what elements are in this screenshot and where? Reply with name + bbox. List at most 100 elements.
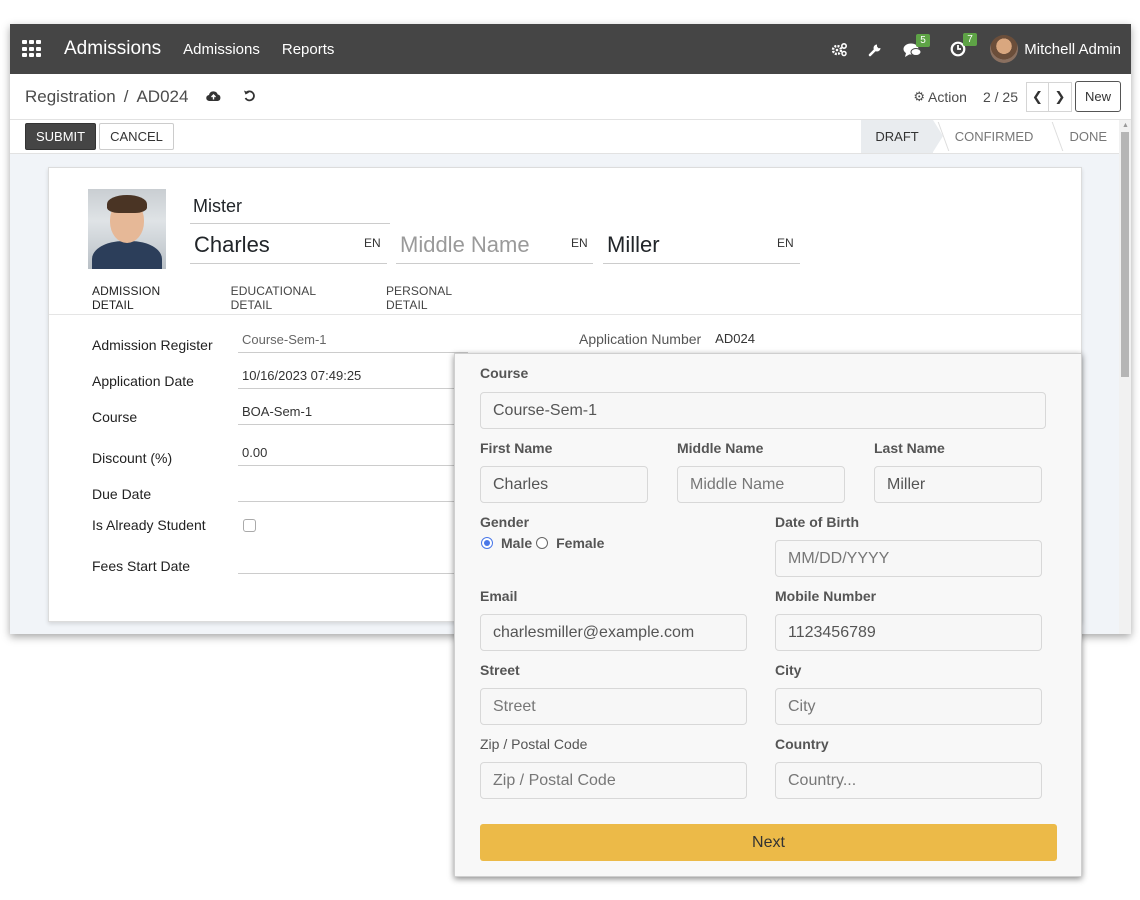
chevron-left-icon: ❮ (1032, 88, 1043, 104)
tab-educational-detail[interactable]: EDUCATIONAL DETAIL (218, 281, 373, 314)
zip-input[interactable]: Zip / Postal Code (480, 762, 747, 799)
gender-male-label[interactable]: Male (501, 535, 532, 551)
field-label: Admission Register (92, 337, 213, 353)
activity-clock-icon[interactable]: 7 (950, 33, 977, 57)
status-stages: DRAFT CONFIRMED DONE (861, 120, 1121, 153)
breadcrumb: Registration / AD024 (25, 87, 188, 107)
field-label: Application Date (92, 373, 194, 389)
scroll-up-arrow-icon[interactable]: ▲ (1122, 122, 1129, 129)
last-name-input[interactable]: Miller (874, 466, 1042, 503)
course-input[interactable]: Course-Sem-1 (480, 392, 1046, 429)
dob-label: Date of Birth (775, 514, 859, 530)
field-label: Course (92, 409, 138, 425)
last-name-lang-tag[interactable]: EN (777, 236, 794, 250)
country-select[interactable]: Country... (775, 762, 1042, 799)
control-panel: Registration / AD024 ⚙ Action 2 / 25 ❮ ❯… (10, 74, 1131, 120)
gender-radio-group: Male Female (481, 535, 604, 551)
wrench-icon[interactable] (868, 42, 883, 57)
gender-female-label[interactable]: Female (556, 535, 604, 551)
course-label: Course (480, 365, 529, 381)
is-already-student-checkbox[interactable] (243, 518, 256, 532)
breadcrumb-current: AD024 (136, 86, 189, 106)
gender-male-radio[interactable] (481, 537, 493, 549)
gear-icon: ⚙ (913, 88, 926, 104)
first-name-label: First Name (480, 440, 553, 456)
field-admission-register: Admission Register Course-Sem-1 (92, 326, 468, 353)
middle-name-input[interactable]: Middle Name (677, 466, 845, 503)
tab-admission-detail[interactable]: ADMISSION DETAIL (79, 281, 218, 314)
cancel-button[interactable]: CANCEL (99, 123, 174, 150)
tab-divider (49, 314, 1081, 315)
student-photo[interactable] (88, 189, 166, 269)
menu-admissions[interactable]: Admissions (183, 41, 260, 58)
app-title[interactable]: Admissions (64, 38, 161, 60)
user-avatar[interactable] (990, 35, 1019, 63)
city-label: City (775, 662, 802, 678)
fees-start-date-input[interactable] (238, 547, 468, 574)
stage-draft[interactable]: DRAFT (861, 120, 944, 153)
pager-next-button[interactable]: ❯ (1048, 81, 1072, 112)
menu-reports[interactable]: Reports (282, 41, 335, 58)
breadcrumb-registration[interactable]: Registration (25, 87, 116, 107)
stage-confirmed[interactable]: CONFIRMED (933, 120, 1048, 153)
email-label: Email (480, 588, 518, 604)
messages-badge: 5 (916, 33, 930, 47)
course-input[interactable]: BOA-Sem-1 (238, 398, 468, 425)
middle-name-field[interactable]: Middle Name (396, 232, 593, 264)
apps-menu-icon[interactable] (22, 40, 42, 58)
save-cloud-icon[interactable] (206, 89, 221, 105)
country-label: Country (775, 736, 829, 752)
user-menu[interactable]: Mitchell Admin (1024, 41, 1121, 58)
submit-button[interactable]: SUBMIT (25, 123, 97, 150)
notebook-tabs: ADMISSION DETAIL EDUCATIONAL DETAIL PERS… (79, 281, 509, 315)
first-name-field[interactable]: Charles (190, 232, 387, 264)
dob-input[interactable]: MM/DD/YYYY (775, 540, 1042, 577)
due-date-input[interactable] (238, 475, 468, 502)
middle-name-lang-tag[interactable]: EN (571, 236, 588, 250)
city-input[interactable]: City (775, 688, 1042, 725)
scrollbar-thumb[interactable] (1121, 132, 1129, 377)
action-label: Action (928, 88, 967, 105)
application-date-input[interactable]: 10/16/2023 07:49:25 (238, 362, 468, 389)
breadcrumb-separator: / (123, 86, 129, 106)
street-label: Street (480, 662, 520, 678)
mobile-input[interactable]: 1123456789 (775, 614, 1042, 651)
street-input[interactable]: Street (480, 688, 747, 725)
application-number-value[interactable]: AD024 (715, 331, 755, 347)
tab-personal-detail[interactable]: PERSONAL DETAIL (373, 281, 509, 314)
debug-gears-icon[interactable] (831, 42, 848, 57)
email-input[interactable]: charlesmiller@example.com (480, 614, 747, 651)
mobile-label: Mobile Number (775, 588, 877, 604)
pager-previous-button[interactable]: ❮ (1025, 81, 1049, 112)
online-admission-form: Course Course-Sem-1 First Name Charles M… (454, 353, 1082, 877)
stage-done[interactable]: DONE (1047, 120, 1121, 153)
field-discount: Discount (%) 0.00 (92, 439, 468, 466)
field-application-number: Application Number AD024 (579, 331, 755, 347)
next-button[interactable]: Next (480, 824, 1057, 861)
field-fees-start-date: Fees Start Date (92, 547, 468, 574)
gender-label: Gender (480, 514, 530, 530)
top-navbar: Admissions Admissions Reports 5 7 Mitche… (10, 24, 1131, 74)
vertical-scrollbar[interactable]: ▲ (1119, 120, 1131, 634)
field-label: Due Date (92, 486, 152, 502)
zip-label: Zip / Postal Code (480, 736, 588, 752)
middle-name-label: Middle Name (677, 440, 764, 456)
last-name-field[interactable]: Miller (603, 232, 800, 264)
application-number-label: Application Number (579, 331, 702, 347)
discard-undo-icon[interactable] (243, 89, 256, 105)
activities-badge: 7 (963, 33, 977, 46)
last-name-label: Last Name (874, 440, 945, 456)
first-name-lang-tag[interactable]: EN (364, 236, 381, 250)
action-menu-button[interactable]: ⚙ Action (913, 89, 967, 105)
new-button[interactable]: New (1074, 81, 1121, 112)
discount-input[interactable]: 0.00 (238, 439, 468, 466)
field-label: Is Already Student (92, 517, 206, 533)
pager-value[interactable]: 2 / 25 (983, 89, 1018, 105)
first-name-input[interactable]: Charles (480, 466, 648, 503)
form-statusbar: SUBMIT CANCEL DRAFT CONFIRMED DONE (10, 120, 1131, 154)
gender-female-radio[interactable] (536, 537, 549, 549)
title-field[interactable]: Mister (190, 196, 390, 224)
field-is-already-student: Is Already Student (92, 517, 256, 533)
admission-register-input[interactable]: Course-Sem-1 (238, 326, 468, 353)
messages-icon[interactable]: 5 (903, 33, 930, 57)
